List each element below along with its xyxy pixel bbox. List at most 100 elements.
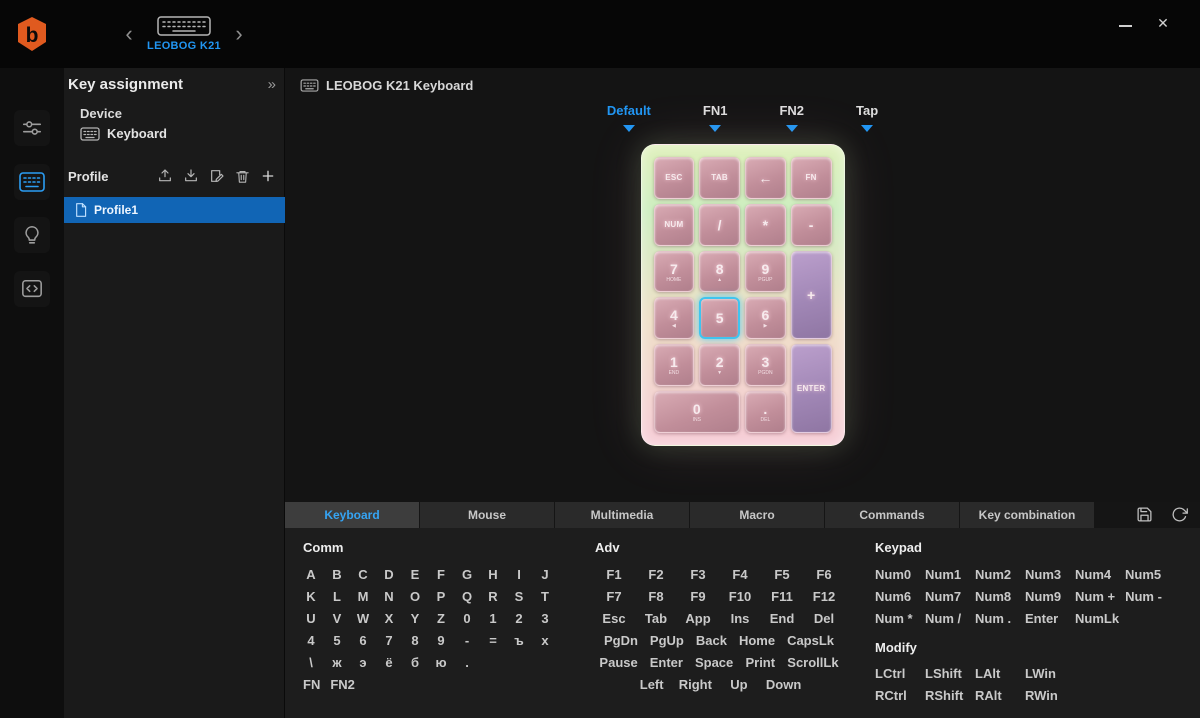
save-icon[interactable]	[1136, 506, 1153, 523]
layer-tab-tap[interactable]: Tap	[856, 103, 878, 132]
key-option[interactable]: ъ	[511, 633, 527, 648]
key-option[interactable]: PgDn	[604, 633, 638, 648]
tab-key-combination[interactable]: Key combination	[960, 502, 1094, 528]
key-option[interactable]: CapsLk	[787, 633, 834, 648]
key-option[interactable]: F11	[767, 589, 797, 604]
key-option[interactable]: Enter	[1025, 611, 1065, 626]
key-option[interactable]: X	[381, 611, 397, 626]
key-option[interactable]: э	[355, 655, 371, 670]
key-option[interactable]: LAlt	[975, 666, 1015, 681]
key-option[interactable]: \	[303, 655, 319, 670]
nav-item-macro[interactable]	[14, 271, 50, 307]
nav-item-key-assignment[interactable]	[14, 164, 50, 200]
key-option[interactable]: PgUp	[650, 633, 684, 648]
tab-commands[interactable]: Commands	[825, 502, 959, 528]
key-option[interactable]: RShift	[925, 688, 965, 703]
key-option[interactable]: 9	[433, 633, 449, 648]
collapse-panel-button[interactable]: »	[268, 76, 276, 93]
key-option[interactable]: E	[407, 567, 423, 582]
key-option[interactable]: L	[329, 589, 345, 604]
numpad-key-k3[interactable]: 3 PGDN	[745, 344, 786, 387]
key-option[interactable]: W	[355, 611, 371, 626]
key-option[interactable]: .	[459, 655, 475, 670]
import-profile-icon[interactable]	[183, 168, 199, 184]
key-option[interactable]: ю	[433, 655, 449, 670]
key-option[interactable]: Del	[809, 611, 839, 626]
key-option[interactable]: Left	[637, 677, 667, 692]
key-option[interactable]: F6	[809, 567, 839, 582]
key-option[interactable]: N	[381, 589, 397, 604]
key-option[interactable]: F5	[767, 567, 797, 582]
key-option[interactable]: F	[433, 567, 449, 582]
key-option[interactable]: R	[485, 589, 501, 604]
key-option[interactable]: Y	[407, 611, 423, 626]
key-option[interactable]: Num2	[975, 567, 1015, 582]
key-option[interactable]: FN2	[330, 677, 355, 692]
key-option[interactable]: Down	[766, 677, 801, 692]
numpad-key-k6[interactable]: 6 ▶	[745, 297, 786, 340]
close-button[interactable]: ✕	[1150, 10, 1176, 36]
key-option[interactable]: LShift	[925, 666, 965, 681]
numpad-key-minus[interactable]: -	[790, 203, 832, 246]
key-option[interactable]: F10	[725, 589, 755, 604]
key-option[interactable]: F7	[599, 589, 629, 604]
numpad-key-num[interactable]: NUM	[653, 203, 695, 246]
key-option[interactable]: Home	[739, 633, 775, 648]
key-option[interactable]: Esc	[599, 611, 629, 626]
numpad-key-dot[interactable]: . DEL	[745, 391, 786, 433]
tab-keyboard[interactable]: Keyboard	[285, 502, 419, 528]
key-option[interactable]: Num4	[1075, 567, 1115, 582]
key-option[interactable]: 4	[303, 633, 319, 648]
device-switcher[interactable]: LEOBOG K21	[126, 16, 242, 52]
layer-tab-fn1[interactable]: FN1	[703, 103, 727, 132]
key-option[interactable]: LWin	[1025, 666, 1065, 681]
numpad-key-k2[interactable]: 2 ▼	[699, 344, 740, 387]
key-option[interactable]: 2	[511, 611, 527, 626]
key-option[interactable]: Num /	[925, 611, 965, 626]
export-profile-icon[interactable]	[157, 168, 173, 184]
numpad-key-k4[interactable]: 4 ◀	[653, 297, 695, 340]
key-option[interactable]: App	[683, 611, 713, 626]
key-option[interactable]: 6	[355, 633, 371, 648]
key-option[interactable]: Tab	[641, 611, 671, 626]
key-option[interactable]: х	[537, 633, 553, 648]
key-option[interactable]: H	[485, 567, 501, 582]
key-option[interactable]: 7	[381, 633, 397, 648]
key-option[interactable]: D	[381, 567, 397, 582]
key-option[interactable]: Num +	[1075, 589, 1115, 604]
key-option[interactable]: I	[511, 567, 527, 582]
nav-item-settings[interactable]	[14, 110, 50, 146]
key-option[interactable]: 5	[329, 633, 345, 648]
numpad-key-star[interactable]: *	[745, 203, 786, 246]
key-option[interactable]: RAlt	[975, 688, 1015, 703]
key-option[interactable]: F12	[809, 589, 839, 604]
numpad-key-k0[interactable]: 0 INS	[653, 391, 740, 433]
key-option[interactable]: Num8	[975, 589, 1015, 604]
edit-profile-icon[interactable]	[209, 168, 225, 184]
key-option[interactable]: ж	[329, 655, 345, 670]
delete-profile-icon[interactable]	[235, 169, 250, 184]
key-option[interactable]: Z	[433, 611, 449, 626]
key-option[interactable]: Num0	[875, 567, 915, 582]
key-option[interactable]: Enter	[650, 655, 683, 670]
key-option[interactable]: B	[329, 567, 345, 582]
key-option[interactable]: Num .	[975, 611, 1015, 626]
tab-multimedia[interactable]: Multimedia	[555, 502, 689, 528]
numpad-key-esc[interactable]: ESC	[653, 157, 695, 199]
key-option[interactable]: Space	[695, 655, 733, 670]
key-option[interactable]: K	[303, 589, 319, 604]
key-option[interactable]: A	[303, 567, 319, 582]
numpad-key-k7[interactable]: 7 HOME	[653, 250, 695, 293]
device-row[interactable]: Keyboard	[80, 126, 167, 141]
key-option[interactable]: F8	[641, 589, 671, 604]
key-option[interactable]: NumLk	[1075, 611, 1119, 626]
key-option[interactable]: O	[407, 589, 423, 604]
key-option[interactable]: Pause	[599, 655, 637, 670]
numpad-key-k8[interactable]: 8 ▲	[699, 250, 740, 293]
key-option[interactable]: F4	[725, 567, 755, 582]
numpad-key-k9[interactable]: 9 PGUP	[745, 250, 786, 293]
key-option[interactable]: RWin	[1025, 688, 1065, 703]
refresh-icon[interactable]	[1171, 506, 1188, 523]
key-option[interactable]: ё	[381, 655, 397, 670]
key-option[interactable]: F2	[641, 567, 671, 582]
